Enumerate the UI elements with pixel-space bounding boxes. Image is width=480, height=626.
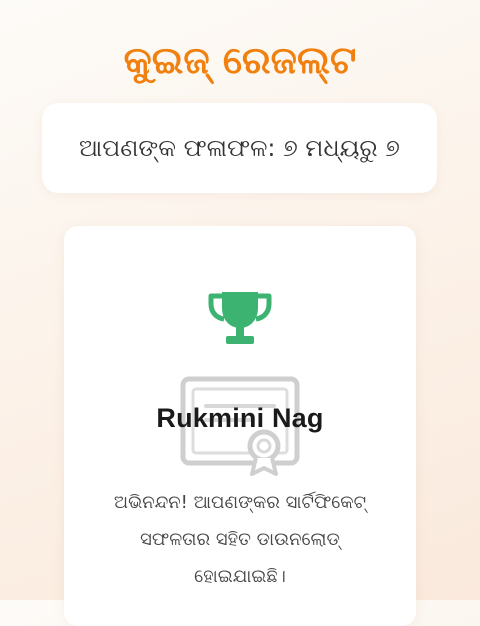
quiz-result-screen: { "header": { "title": "କୁଇଜ୍ ରେଜଲ୍ଟ" },…: [0, 0, 480, 626]
certificate-card: Rukmini Nag ଅଭିନନ୍ଦନ! ଆପଣଙ୍କର ସାର୍ଟିଫିକେ…: [64, 226, 416, 626]
score-card: ଆପଣଙ୍କ ଫଳାଫଳ: ୭ ମଧ୍ୟରୁ ୭: [42, 103, 437, 193]
recipient-name: Rukmini Nag: [156, 403, 324, 433]
trophy-icon: [208, 292, 272, 344]
success-message: ଅଭିନନ୍ଦନ! ଆପଣଙ୍କର ସାର୍ଟିଫିକେଟ୍ ସଫଳତାର ସହ…: [113, 492, 367, 587]
score-text: ଆପଣଙ୍କ ଫଳାଫଳ: ୭ ମଧ୍ୟରୁ ୭: [79, 134, 400, 162]
page-title: କୁଇଜ୍ ରେଜଲ୍ଟ: [123, 38, 357, 82]
